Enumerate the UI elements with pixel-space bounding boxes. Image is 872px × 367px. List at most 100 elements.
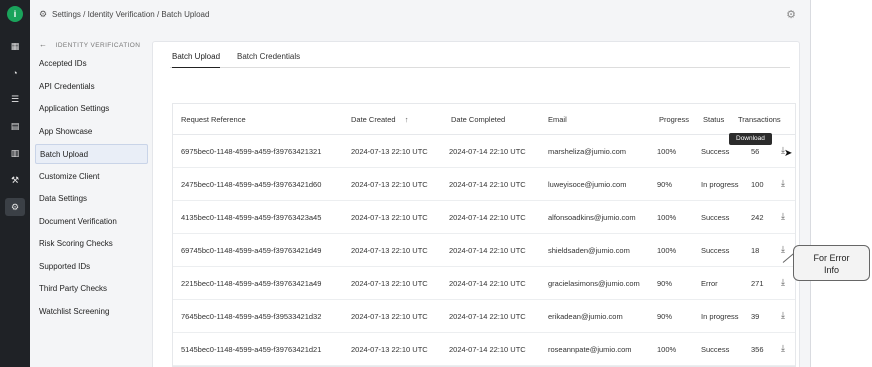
cell-progress: 100% [657,345,677,354]
cell-status: Success [701,345,730,354]
cell-date-completed: 2024-07-14 22:10 UTC [449,147,526,156]
sidenav-heading-label: IDENTITY VERIFICATION [55,42,141,49]
cell-transactions: 271 [751,279,764,288]
table-row: 2215bec0-1148-4599-a459-f39763421a49 202… [173,267,795,300]
download-icon[interactable]: ⤓ [781,244,785,255]
cell-request-reference: 6975bec0-1148-4599-a459-f39763421321 [181,147,322,156]
download-icon[interactable]: ⤓ [781,211,785,222]
cell-status: Error [701,279,718,288]
breadcrumb[interactable]: Settings / Identity Verification / Batch… [52,10,209,19]
list-icon[interactable]: ☰ [5,90,25,108]
table-header: Request Reference Date Created ↑ Date Co… [173,104,795,135]
cell-date-completed: 2024-07-14 22:10 UTC [449,213,526,222]
cell-transactions: 356 [751,345,764,354]
callout-line-1: For Error [813,253,850,263]
download-icon[interactable]: ⤓ [781,310,785,321]
sidenav-item-application-settings[interactable]: Application Settings [35,99,148,119]
cell-transactions: 100 [751,180,764,189]
document-icon[interactable]: ▤ [5,117,25,135]
cell-email: marsheliza@jumio.com [548,147,627,156]
cell-status: Success [701,246,730,255]
col-date-created[interactable]: Date Created ↑ [351,115,408,124]
col-date-created-label: Date Created [351,115,396,124]
batch-upload-card: Batch Upload Batch Credentials Request R… [152,41,800,367]
cell-transactions: 18 [751,246,760,255]
cell-request-reference: 2475bec0-1148-4599-a459-f39763421d60 [181,180,322,189]
download-icon[interactable]: ⤓ [781,277,785,288]
cell-email: roseannpate@jumio.com [548,345,632,354]
cell-request-reference: 7645bec0-1148-4599-a459-f39533421d32 [181,312,322,321]
cell-transactions: 56 [751,147,760,156]
cell-request-reference: 69745bc0-1148-4599-a459-f39763421d49 [181,246,322,255]
table-row: 2475bec0-1148-4599-a459-f39763421d60 202… [173,168,795,201]
table-row: 4135bec0-1148-4599-a459-f39763423a45 202… [173,201,795,234]
sidenav-item-app-showcase[interactable]: App Showcase [35,122,148,142]
sidenav-item-customize-client[interactable]: Customize Client [35,167,148,187]
cell-progress: 100% [657,147,677,156]
cell-date-created: 2024-07-13 22:10 UTC [351,279,428,288]
cell-date-created: 2024-07-13 22:10 UTC [351,213,428,222]
back-arrow-icon[interactable]: ← [39,40,47,49]
download-tooltip: Download [729,133,772,145]
cell-progress: 90% [657,312,673,321]
mouse-pointer-icon: ➤ [784,148,793,159]
chart-icon[interactable]: ◔ [5,64,25,82]
sidenav-item-risk-scoring-checks[interactable]: Risk Scoring Checks [35,234,148,254]
sort-arrow-icon[interactable]: ↑ [405,115,409,124]
cell-date-created: 2024-07-13 22:10 UTC [351,246,428,255]
cell-transactions: 242 [751,213,764,222]
download-icon[interactable]: ⤓ [781,178,785,189]
cell-email: erikadean@jumio.com [548,312,623,321]
report-icon[interactable]: ▥ [5,144,25,162]
hammer-icon[interactable]: ⚒ [5,171,25,189]
settings-icon[interactable]: ⚙ [5,198,25,216]
col-transactions[interactable]: Transactions [738,115,781,124]
gear-icon[interactable]: ⚙ [786,8,796,21]
cell-date-created: 2024-07-13 22:10 UTC [351,180,428,189]
cell-date-completed: 2024-07-14 22:10 UTC [449,246,526,255]
cell-progress: 100% [657,213,677,222]
tab-batch-credentials[interactable]: Batch Credentials [237,52,300,68]
sidenav-item-third-party-checks[interactable]: Third Party Checks [35,279,148,299]
cell-status: Success [701,147,730,156]
col-date-completed[interactable]: Date Completed [451,115,505,124]
cell-email: shieldsaden@jumio.com [548,246,630,255]
tab-bar: Batch Upload Batch Credentials [170,52,790,68]
col-request-reference[interactable]: Request Reference [181,115,246,124]
settings-sidenav: ← IDENTITY VERIFICATION Accepted IDs API… [30,36,148,367]
col-status[interactable]: Status [703,115,724,124]
error-info-callout: For Error Info [793,245,870,281]
cell-date-completed: 2024-07-14 22:10 UTC [449,180,526,189]
table-row: 6975bec0-1148-4599-a459-f39763421321 202… [173,135,795,168]
sidenav-item-api-credentials[interactable]: API Credentials [35,77,148,97]
sidenav-item-supported-ids[interactable]: Supported IDs [35,257,148,277]
sidenav-item-document-verification[interactable]: Document Verification [35,212,148,232]
cell-request-reference: 5145bec0-1148-4599-a459-f39763421d21 [181,345,322,354]
cell-email: gracielasimons@jumio.com [548,279,640,288]
sidenav-item-data-settings[interactable]: Data Settings [35,189,148,209]
sidenav-heading: ← IDENTITY VERIFICATION [39,40,140,49]
cell-date-created: 2024-07-13 22:10 UTC [351,345,428,354]
callout-line-2: Info [823,265,839,275]
settings-icon: ⚙ [39,9,48,19]
app-logo[interactable]: i [7,6,23,22]
table-row: 69745bc0-1148-4599-a459-f39763421d49 202… [173,234,795,267]
sidenav-item-batch-upload[interactable]: Batch Upload [35,144,148,164]
tab-batch-upload[interactable]: Batch Upload [172,52,221,68]
app-main: ⚙ Settings / Identity Verification / Bat… [30,0,810,367]
col-email[interactable]: Email [548,115,567,124]
batch-table: Request Reference Date Created ↑ Date Co… [172,103,796,367]
cell-status: In progress [701,180,739,189]
cell-progress: 100% [657,246,677,255]
breadcrumb-bar: ⚙ Settings / Identity Verification / Bat… [30,0,810,30]
cell-date-completed: 2024-07-14 22:10 UTC [449,279,526,288]
dashboard-icon[interactable]: ▦ [5,37,25,55]
cell-status: Success [701,213,730,222]
sidenav-item-accepted-ids[interactable]: Accepted IDs [35,54,148,74]
col-progress[interactable]: Progress [659,115,689,124]
cell-request-reference: 4135bec0-1148-4599-a459-f39763423a45 [181,213,322,222]
sidenav-item-watchlist-screening[interactable]: Watchlist Screening [35,302,148,322]
cell-date-created: 2024-07-13 22:10 UTC [351,147,428,156]
cell-status: In progress [701,312,739,321]
download-icon[interactable]: ⤓ [781,343,785,354]
